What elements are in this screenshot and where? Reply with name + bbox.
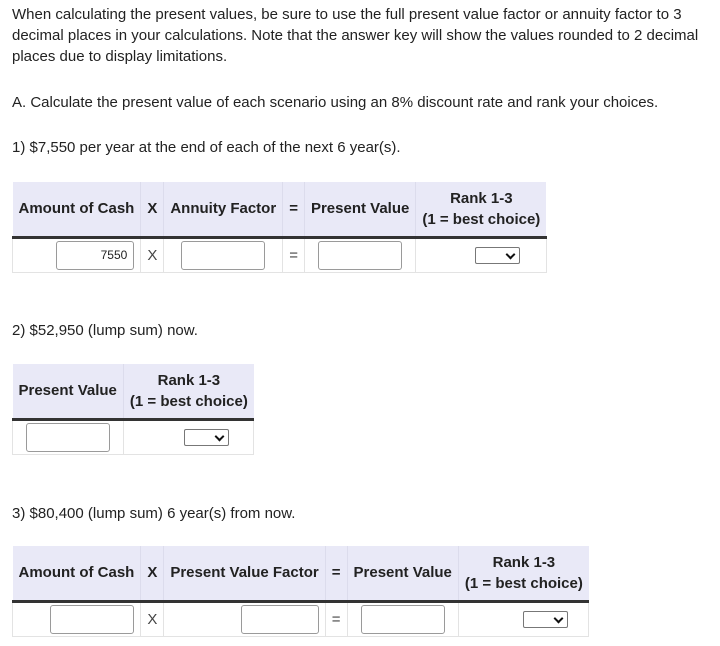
header-amount-of-cash: Amount of Cash [12, 546, 141, 603]
scenario-1-label: 1) $7,550 per year at the end of each of… [12, 139, 401, 156]
header-amount-of-cash: Amount of Cash [12, 182, 141, 239]
header-equals: = [282, 182, 305, 239]
rank-select[interactable] [523, 610, 569, 628]
header-present-value: Present Value [303, 182, 416, 239]
multiply-sign: X [140, 237, 165, 273]
scenario-1-table: Amount of Cash X Annuity Factor = Presen… [11, 182, 547, 273]
amount-of-cash-input[interactable]: 7550 [56, 240, 135, 270]
scenario-3-label: 3) $80,400 (lump sum) 6 year(s) from now… [12, 505, 296, 522]
present-value-input[interactable] [318, 240, 403, 270]
header-present-value: Present Value [346, 546, 459, 603]
present-value-input[interactable] [25, 422, 110, 452]
scenario-2-table: Present Value Rank 1-3 (1 = best choice) [12, 364, 255, 455]
equals-sign: = [282, 237, 305, 273]
rank-select[interactable] [474, 246, 520, 264]
present-value-factor-input[interactable] [240, 604, 319, 634]
header-annuity-factor: Annuity Factor [163, 182, 283, 239]
header-rank: Rank 1-3 (1 = best choice) [415, 182, 547, 239]
instructions-text: When calculating the present values, be … [12, 6, 699, 65]
header-x: X [140, 546, 164, 603]
multiply-sign: X [140, 601, 165, 637]
amount-of-cash-input[interactable] [50, 604, 135, 634]
header-equals: = [324, 546, 348, 603]
header-rank: Rank 1-3 (1 = best choice) [457, 546, 589, 603]
equals-sign: = [324, 601, 348, 637]
header-present-value: Present Value [12, 364, 124, 421]
header-x: X [140, 182, 164, 239]
header-present-value-factor: Present Value Factor [163, 546, 326, 603]
present-value-input[interactable] [360, 604, 445, 634]
scenario-3-table: Amount of Cash X Present Value Factor = … [11, 546, 590, 637]
annuity-factor-input[interactable] [181, 240, 266, 270]
rank-select[interactable] [184, 428, 230, 446]
scenario-2-label: 2) $52,950 (lump sum) now. [12, 322, 198, 339]
header-rank: Rank 1-3 (1 = best choice) [122, 364, 254, 421]
part-a-prompt: A. Calculate the present value of each s… [12, 94, 659, 111]
